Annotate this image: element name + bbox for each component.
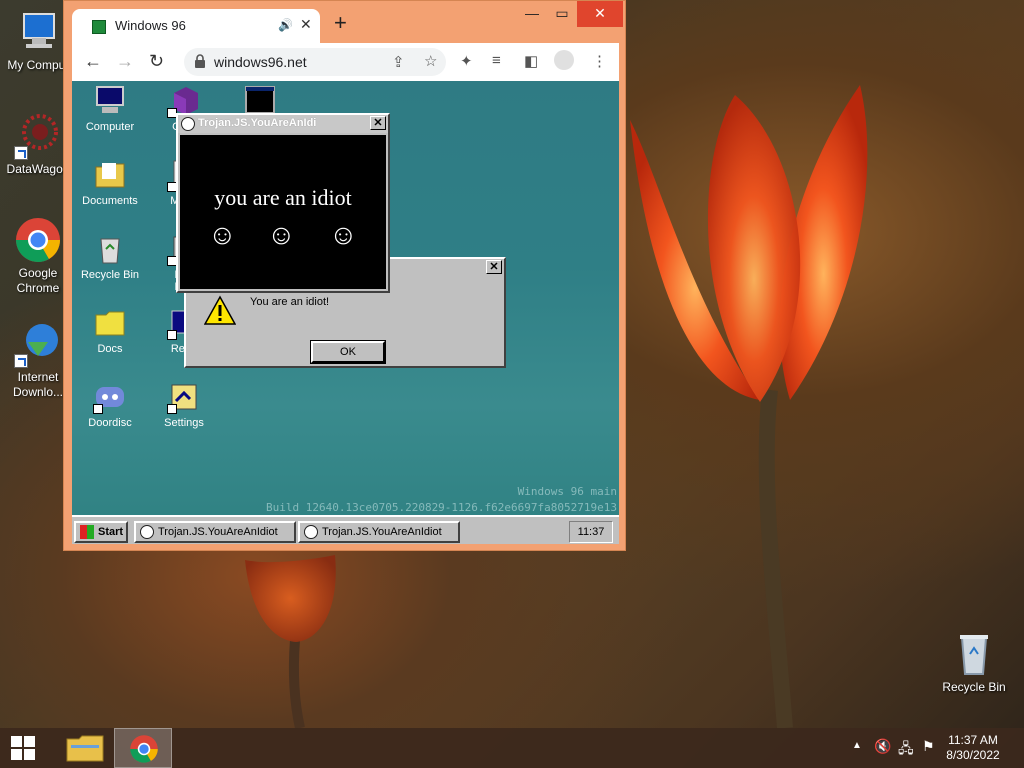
lock-icon	[195, 54, 205, 68]
w96-icon-label: Docs	[97, 343, 123, 355]
maximize-button[interactable]: ▭	[547, 1, 577, 27]
windows-logo-icon	[24, 749, 35, 760]
extensions-icon[interactable]: ✦	[460, 52, 473, 70]
chrome-icon	[130, 735, 158, 763]
download-manager-icon	[14, 320, 62, 368]
tab-strip: Windows 96 🔊 ✕ + — ▭ ✕	[64, 1, 625, 43]
side-panel-icon[interactable]: ◧	[524, 52, 538, 70]
w96-task-button[interactable]: Trojan.JS.YouAreAnIdiot	[298, 521, 460, 543]
windows-logo-icon	[24, 736, 35, 747]
action-center-icon[interactable]: ⚑	[922, 738, 935, 755]
windows-logo-icon	[11, 749, 22, 760]
build-watermark-line2: Build 12640.13ce0705.220829-1126.f62e669…	[266, 501, 617, 514]
settings-icon	[167, 381, 200, 414]
chrome-icon	[14, 216, 62, 264]
discord-icon	[93, 381, 126, 414]
smiley-icon	[304, 525, 318, 539]
task-label: Trojan.JS.YouAreAnIdiot	[322, 526, 442, 538]
w96-start-button[interactable]: Start	[74, 521, 128, 543]
dialog-ok-button[interactable]: OK	[310, 340, 386, 364]
media-control-icon[interactable]: ≡	[492, 52, 501, 69]
url-text: windows96.net	[214, 54, 307, 70]
w96-taskbar: Start Trojan.JS.YouAreAnIdiot Trojan.JS.…	[72, 515, 619, 544]
windows-start-button[interactable]	[0, 728, 48, 768]
warning-icon	[204, 295, 236, 325]
host-taskbar: ▲ 🔇 🖧 ⚑ 11:37 AM 8/30/2022	[0, 728, 1024, 768]
back-button[interactable]: ←	[84, 51, 102, 71]
taskbar-file-explorer[interactable]	[56, 728, 114, 768]
folder-icon	[66, 735, 104, 762]
trojan-titlebar[interactable]: Trojan.JS.YouAreAnIdi ✕	[178, 115, 388, 133]
w96-icon-doordisc[interactable]: Doordisc	[72, 381, 148, 429]
menu-kebab-icon[interactable]: ⋮	[592, 52, 607, 70]
w96-icon-label: Documents	[82, 195, 138, 207]
w96-task-button[interactable]: Trojan.JS.YouAreAnIdiot	[134, 521, 296, 543]
desktop-icon-recycle-bin[interactable]: Recycle Bin	[936, 630, 1012, 695]
smiley-face-icon: ☺	[267, 219, 296, 250]
start-logo-icon	[80, 525, 94, 539]
smiley-face-icon: ☺	[329, 219, 358, 250]
recycle-bin-icon	[950, 630, 998, 678]
reload-button[interactable]: ↻	[149, 51, 164, 71]
share-icon[interactable]: ⇪	[392, 53, 405, 71]
windows96-favicon-icon	[92, 20, 106, 34]
dialog-close-button[interactable]: ✕	[486, 260, 502, 274]
tab-windows96[interactable]: Windows 96 🔊 ✕	[72, 9, 320, 43]
w96-icon-recycle-bin[interactable]: Recycle Bin	[72, 233, 148, 281]
tab-close-icon[interactable]: ✕	[300, 16, 312, 33]
build-watermark-line1: Windows 96 main	[517, 485, 617, 498]
taskbar-chrome[interactable]	[114, 728, 172, 768]
new-tab-button[interactable]: +	[334, 12, 347, 34]
smiley-face-icon: ☺	[208, 219, 237, 250]
smiley-icon	[181, 117, 195, 131]
windows-logo-icon	[11, 736, 22, 747]
forward-button[interactable]: →	[116, 51, 134, 71]
speaker-icon[interactable]: 🔊	[278, 18, 293, 32]
taskbar-clock[interactable]: 11:37 AM 8/30/2022	[940, 733, 1006, 763]
system-tray: ▲ 🔇 🖧 ⚑ 11:37 AM 8/30/2022	[844, 728, 1024, 768]
documents-folder-icon	[94, 159, 126, 191]
smiley-icon	[140, 525, 154, 539]
trojan-content: you are an idiot ☺ ☺ ☺	[180, 135, 386, 289]
w96-icon-label: Settings	[164, 417, 204, 429]
profile-avatar-icon[interactable]	[554, 50, 574, 70]
show-hidden-icons[interactable]: ▲	[852, 740, 862, 751]
w96-icon-documents[interactable]: Documents	[72, 159, 148, 207]
network-icon[interactable]: 🖧	[898, 738, 914, 762]
dialog-message: You are an idiot!	[250, 296, 330, 308]
w96-icon-computer[interactable]: Computer	[72, 85, 148, 133]
computer-icon	[94, 85, 126, 117]
trojan-message: you are an idiot	[214, 185, 352, 210]
computer-icon	[14, 8, 62, 56]
start-label: Start	[98, 526, 124, 538]
recycle-bin-icon	[94, 233, 126, 265]
tab-title: Windows 96	[115, 18, 186, 33]
trojan-close-button[interactable]: ✕	[370, 116, 386, 130]
minimize-button[interactable]: —	[517, 1, 547, 27]
w96-icon-label: Computer	[85, 121, 135, 133]
volume-muted-icon[interactable]: 🔇	[874, 738, 891, 755]
address-bar[interactable]: windows96.net ⇪ ☆	[184, 48, 446, 76]
browser-toolbar: ← → ↻ windows96.net ⇪ ☆ ✦ ≡ ◧ ⋮	[72, 43, 619, 81]
close-window-button[interactable]: ✕	[577, 1, 623, 27]
shortcut-arrow-icon	[14, 354, 28, 368]
bookmark-star-icon[interactable]: ☆	[424, 52, 437, 70]
desktop-icon-label: Recycle Bin	[942, 680, 1006, 694]
docs-folder-icon	[94, 307, 126, 339]
w96-icon-docs[interactable]: Docs	[72, 307, 148, 355]
w96-clock: 11:37	[569, 521, 613, 543]
browser-window: Windows 96 🔊 ✕ + — ▭ ✕ ← → ↻ windows96.n…	[63, 0, 626, 551]
datawagon-icon	[14, 112, 62, 160]
w96-icon-label: Doordisc	[88, 417, 132, 429]
task-label: Trojan.JS.YouAreAnIdiot	[158, 526, 278, 538]
windows96-desktop: Computer Gam Documents MsgF Recycle Bin …	[72, 81, 619, 544]
clock-time: 11:37 AM	[948, 733, 998, 747]
shortcut-arrow-icon	[14, 146, 28, 160]
trojan-window: Trojan.JS.YouAreAnIdi ✕ you are an idiot…	[176, 113, 390, 293]
w96-icon-label: Recycle Bin	[80, 269, 140, 281]
clock-date: 8/30/2022	[946, 748, 1000, 762]
w96-icon-settings[interactable]: Settings	[146, 381, 222, 429]
trojan-window-title: Trojan.JS.YouAreAnIdi	[198, 117, 317, 129]
